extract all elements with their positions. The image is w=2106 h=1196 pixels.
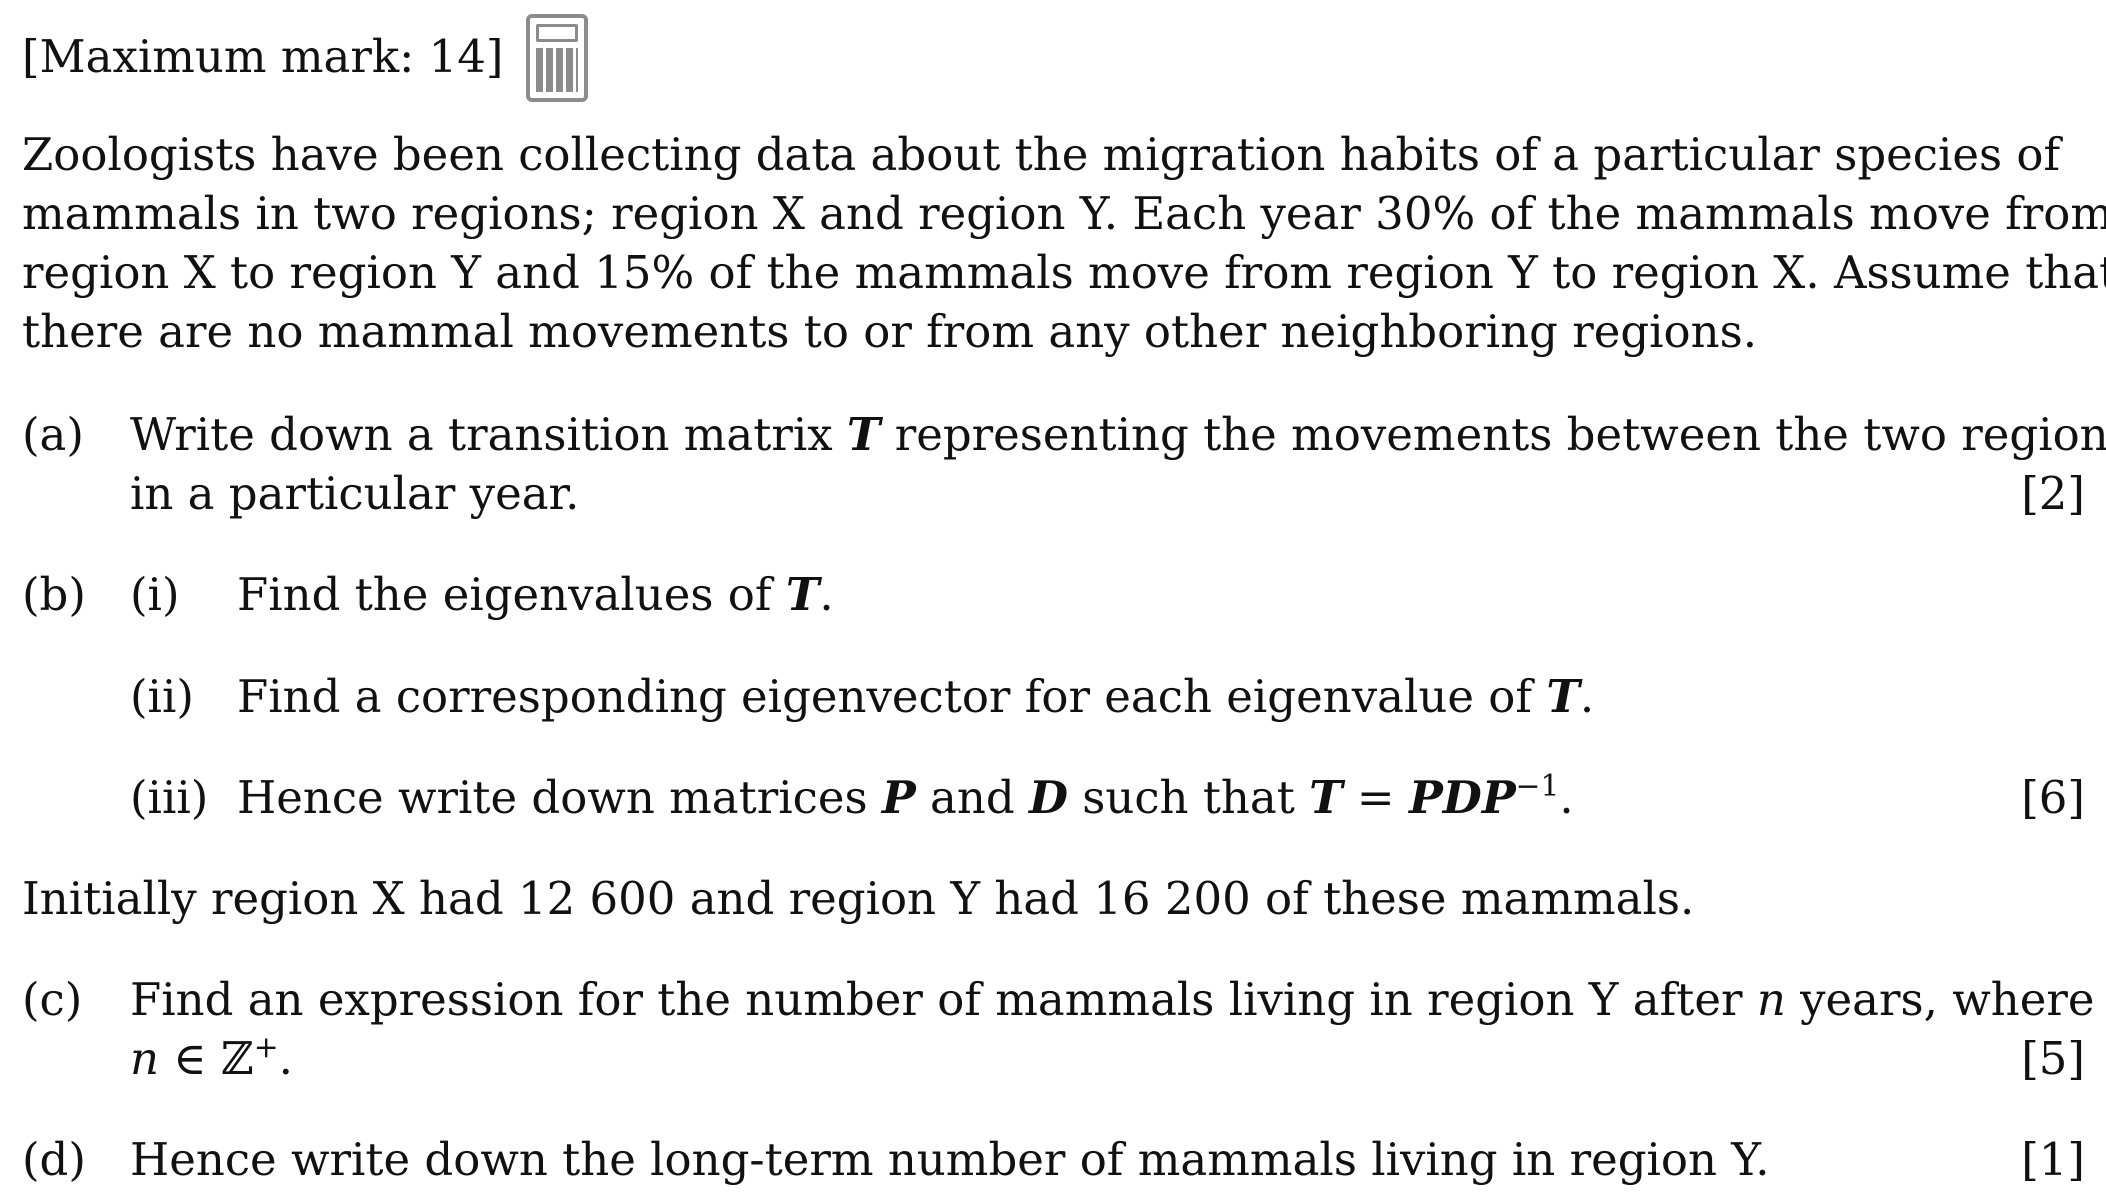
marks-badge: [6]	[2021, 771, 2085, 824]
part-label: (b)	[22, 568, 86, 621]
part-c-line2: n ∈ ℤ+.	[130, 1029, 293, 1085]
marks-badge: [5]	[2021, 1032, 2085, 1085]
marks-badge: [1]	[2021, 1133, 2085, 1186]
part-label: (d)	[22, 1133, 86, 1186]
calculator-icon	[526, 14, 588, 102]
intro-line: region X to region Y and 15% of the mamm…	[22, 246, 2106, 299]
subpart-label: (iii)	[130, 771, 209, 824]
initial-populations: Initially region X had 12 600 and region…	[22, 872, 1695, 925]
max-mark: [Maximum mark: 14]	[22, 30, 504, 83]
marks-badge: [2]	[2021, 467, 2085, 520]
intro-line: Zoologists have been collecting data abo…	[22, 128, 2061, 181]
part-a-line2: in a particular year.	[130, 467, 580, 520]
subpart-label: (i)	[130, 568, 180, 621]
part-b-i-text: Find the eigenvalues of T.	[237, 568, 834, 621]
subpart-label: (ii)	[130, 670, 194, 723]
part-b-ii-text: Find a corresponding eigenvector for eac…	[237, 670, 1595, 723]
part-label: (c)	[22, 973, 83, 1026]
part-label: (a)	[22, 408, 84, 461]
part-d-text: Hence write down the long-term number of…	[130, 1133, 1770, 1186]
part-b-iii-text: Hence write down matrices P and D such t…	[237, 768, 1574, 824]
intro-line: mammals in two regions; region X and reg…	[22, 187, 2106, 240]
matrix-symbol-t: T	[846, 408, 881, 461]
part-a-line1: Write down a transition matrix T represe…	[130, 408, 2106, 461]
part-c-line1: Find an expression for the number of mam…	[130, 973, 2095, 1026]
intro-line: there are no mammal movements to or from…	[22, 305, 1758, 358]
